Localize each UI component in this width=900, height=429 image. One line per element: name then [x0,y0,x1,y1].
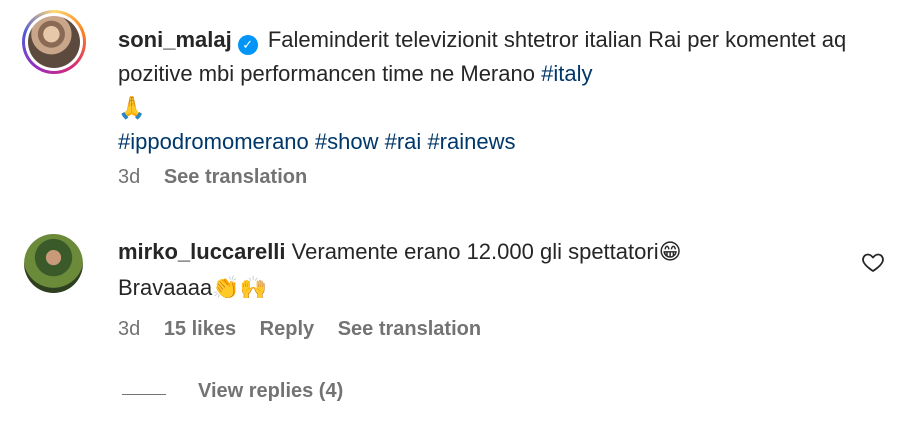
avatar-ring-inner [25,13,83,71]
hashtag-show[interactable]: #show [315,129,379,154]
comment-likes-count[interactable]: 15 likes [164,318,236,340]
hashtag-ippodromomerano[interactable]: #ippodromomerano [118,129,309,154]
hashtag-rai[interactable]: #rai [385,129,422,154]
clap-emoji: 👏 [212,275,240,300]
commenter-avatar[interactable] [24,234,83,293]
raised-hands-emoji: 🙌 [239,275,267,300]
comment-text: Veramente erano 12.000 gli spettatori [291,239,659,264]
comment-see-translation[interactable]: See translation [338,318,481,340]
verified-badge-icon: ✓ [237,35,258,55]
post-see-translation[interactable]: See translation [164,166,307,188]
heart-outline-icon[interactable] [861,250,885,274]
post-timestamp[interactable]: 3d [118,166,140,188]
comment-body: mirko_luccarelli Veramente erano 12.000 … [118,234,818,306]
grin-emoji: 😁 [658,239,682,264]
avatar-image [28,16,80,68]
comment-reply-button[interactable]: Reply [260,318,314,340]
post-caption: soni_malaj ✓ Faleminderit televizionit sh… [118,23,858,159]
post-author-username[interactable]: soni_malaj [118,27,232,52]
post-meta: 3d See translation [118,166,325,189]
replies-divider-line [122,394,166,395]
comment-line2: Bravaaaa [118,275,213,300]
comment-timestamp[interactable]: 3d [118,318,140,340]
commenter-username[interactable]: mirko_luccarelli [118,239,286,264]
comment-meta: 3d 15 likes Reply See translation [118,318,499,341]
post-author-avatar[interactable] [22,10,86,74]
hashtag-rainews[interactable]: #rainews [427,129,515,154]
hashtag-italy[interactable]: #italy [541,61,592,86]
view-replies-button[interactable]: View replies (4) [198,380,343,403]
pray-emoji: 🙏 [118,95,146,120]
